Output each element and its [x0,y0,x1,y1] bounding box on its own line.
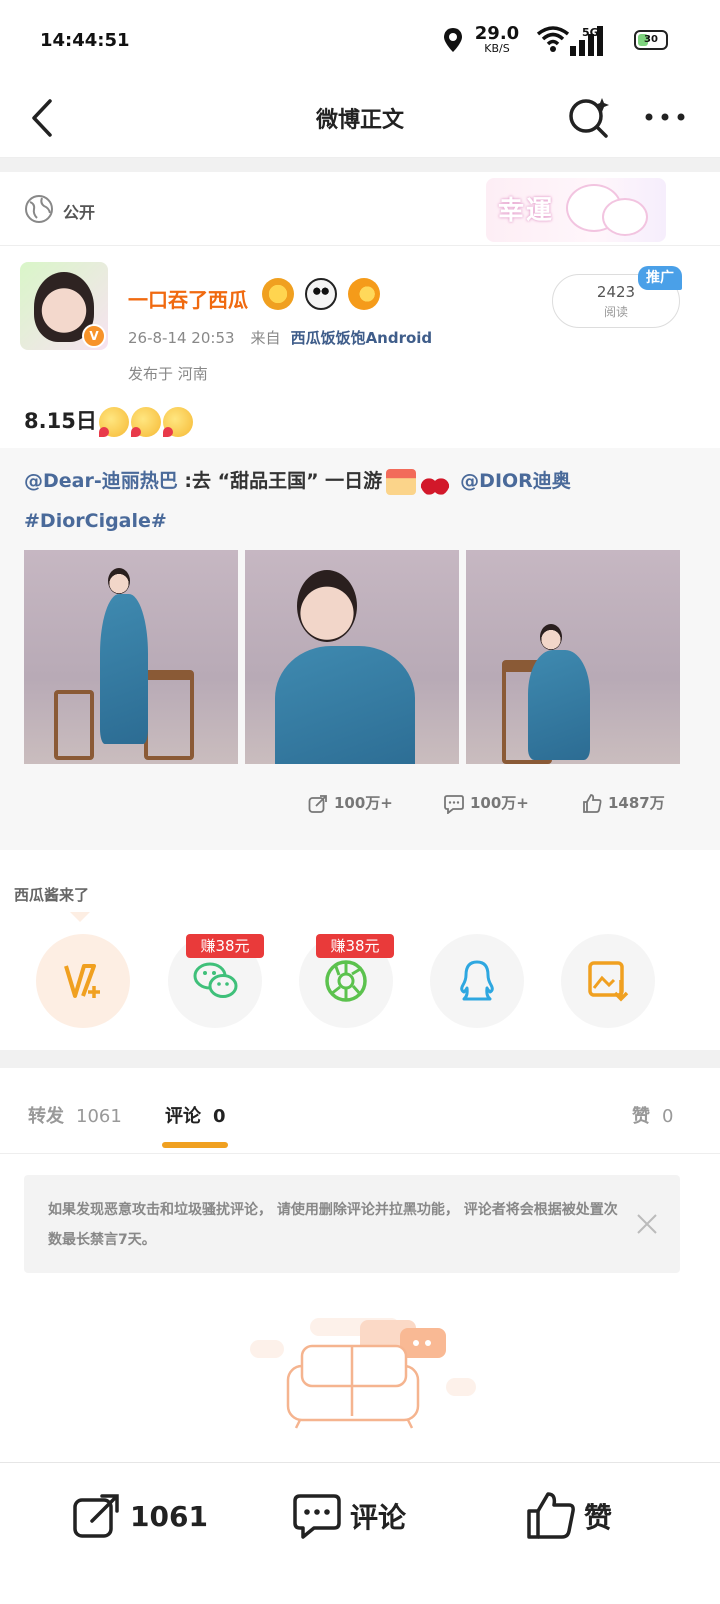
qq-icon [460,960,494,1001]
empty-comments-illustration [250,1318,476,1429]
comment-icon [444,794,464,815]
save-image-icon [588,961,629,1002]
earn-badge: 赚38元 [316,934,394,958]
share-panel: 西瓜酱来了 赚38元 赚38元 [0,850,720,1050]
heart-face-emoji-icon [130,407,161,437]
from-label: 来自 [250,329,281,347]
like-stat[interactable]: 1487万 [582,792,665,814]
crown-badge-icon[interactable] [262,278,294,310]
post-location: 发布于 河南 [128,365,208,383]
sticker-text: 幸運 [498,196,555,226]
repost-text: @Dear-迪丽热巴 :去 “甜品王国” 一日游 @DIOR迪奥 [24,466,571,497]
comment-icon [293,1494,341,1539]
status-bar: 14:44:51 29.0 KB/S 5G 30 [0,0,720,80]
photo-thumbnail[interactable] [466,550,680,764]
comment-stat[interactable]: 100万+ [444,792,529,815]
cake-emoji-icon [386,468,417,495]
save-image-button[interactable] [561,934,655,1028]
visibility-row: 公开 幸運 [0,172,720,246]
search-icon[interactable] [566,94,614,142]
share-label: 西瓜酱来了 [14,886,90,904]
panda-badge-icon[interactable] [305,278,338,310]
wifi-icon [536,26,570,52]
interaction-tabs: 转发 1061 评论 0 赞0 [0,1068,720,1154]
wechat-icon [193,962,238,998]
author-name[interactable]: 一口吞了西瓜 [128,284,248,313]
bottom-action-bar: 1061 评论 赞 [0,1462,720,1604]
avatar[interactable]: V [20,262,108,350]
battery-indicator: 30 [634,30,668,50]
post-text: 8.15日 [24,405,193,437]
promo-badge[interactable]: 推广 [638,266,682,290]
post-time: 26-8-14 20:53 [128,329,235,347]
read-label: 阅读 [603,305,628,319]
status-time: 14:44:51 [40,30,130,51]
photo-thumbnail[interactable] [245,550,459,764]
visibility-label: 公开 [63,203,96,222]
repost-icon [73,1494,119,1538]
share-qq-button[interactable] [430,934,524,1028]
notice-text: 如果发现恶意攻击和垃圾骚扰评论， 请使用删除评论并拉黑功能， 评论者将会根据被处… [48,1202,618,1248]
close-icon[interactable] [636,1213,658,1235]
repost-icon [308,794,327,813]
thumbs-up-icon [583,793,602,813]
cherry-emoji-icon [420,466,451,497]
tab-likes[interactable]: 赞0 [632,1102,673,1128]
tab-comments[interactable]: 评论 0 [165,1102,226,1128]
location-pin-icon [444,28,462,52]
more-icon[interactable] [642,102,688,132]
mention-link[interactable]: @Dear-迪丽热巴 [24,470,178,492]
hashtag-link[interactable]: #DiorCigale# [24,510,167,532]
heart-face-emoji-icon [98,407,129,437]
active-tab-indicator [162,1142,228,1148]
repost-button[interactable]: 1061 [72,1491,208,1547]
post-source[interactable]: 西瓜饭饭饱Android [291,329,433,347]
tab-reposts[interactable]: 转发 1061 [28,1102,122,1128]
photo-thumbnail[interactable] [24,550,238,764]
divider [0,1050,720,1068]
globe-icon [25,195,53,223]
moments-icon [325,960,367,1002]
divider [0,158,720,172]
thumbs-up-icon [527,1492,575,1539]
repost-stat[interactable]: 100万+ [308,792,393,814]
decoration-sticker: 幸運 [486,178,666,242]
user-badges [262,278,386,312]
comment-notice: 如果发现恶意攻击和垃圾骚扰评论， 请使用删除评论并拉黑功能， 评论者将会根据被处… [24,1175,680,1273]
network-speed: 29.0 KB/S [474,23,520,55]
mention-link[interactable]: @DIOR迪奥 [460,470,571,492]
network-type: 5G [582,26,599,39]
repost-card[interactable]: @Dear-迪丽热巴 :去 “甜品王国” 一日游 @DIOR迪奥 #DiorCig… [0,448,720,850]
post-meta: 26-8-14 20:53 来自 西瓜饭饭饱Android [128,327,432,348]
like-button[interactable]: 赞 [526,1491,612,1547]
top-nav: 微博正文 [0,80,720,158]
share-weibo-vplus-button[interactable] [36,934,130,1028]
heart-face-emoji-icon [162,407,193,437]
comment-button[interactable]: 评论 [292,1491,406,1547]
earn-badge: 赚38元 [186,934,264,958]
fish-badge-icon[interactable] [348,278,381,310]
vplus-icon [64,964,100,998]
verified-badge: V [82,324,106,348]
